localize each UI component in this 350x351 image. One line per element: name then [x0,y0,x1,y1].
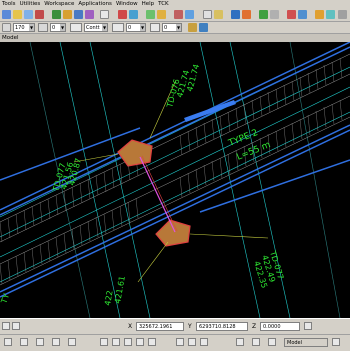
x-label: X [128,323,133,330]
print-icon[interactable] [13,10,22,19]
menu-utilities[interactable]: Utilities [20,0,41,8]
view-icon[interactable] [52,338,60,346]
level-combo[interactable]: 170 ▼ [13,23,35,32]
measure-icon[interactable] [157,10,166,19]
rotate-view-icon[interactable] [148,338,156,346]
zoom-out-icon[interactable] [112,338,120,346]
rotate-icon[interactable] [85,10,94,19]
accudraw-icon[interactable] [12,322,20,330]
clip-icon[interactable] [287,10,296,19]
type2-highlight [184,100,236,122]
chevron-down-icon: ▼ [29,24,34,31]
snap-mode-icon[interactable] [2,322,10,330]
settings-icon[interactable] [270,10,279,19]
tools-icon[interactable] [259,10,268,19]
view-icon[interactable] [231,10,240,19]
view-icon[interactable] [4,338,12,346]
drawing-view[interactable]: TD-076 421.74 421.74 TYPE 2 L=55 m TD-07… [0,42,350,318]
fit-icon[interactable] [63,10,72,19]
style-combo[interactable]: Contt ▼ [84,23,108,32]
light-icon[interactable] [315,10,324,19]
style-icon[interactable] [70,23,82,32]
lock-icon[interactable] [304,322,312,330]
model-tab[interactable]: Model [284,338,328,347]
main-toolbar [0,8,350,22]
layer-icon[interactable] [118,10,127,19]
raster-icon[interactable] [146,10,155,19]
window-area-icon[interactable] [136,338,144,346]
menu-tck[interactable]: TCK [158,0,168,8]
label-421-61: 421.61 [113,275,127,304]
snap-icon[interactable] [174,10,183,19]
attributes-toolbar: 170 ▼ 0 ▼ Contt ▼ 0 ▼ 0 ▼ [0,22,350,34]
camera-icon[interactable] [298,10,307,19]
menu-applications[interactable]: Applications [78,0,112,8]
view-icon[interactable] [20,338,28,346]
coordinate-bar: X 325672.1961 Y 6293710.8128 Z 0.0000 [0,318,350,335]
active-level-icon[interactable] [2,23,11,32]
level-icon[interactable] [203,10,212,19]
fit-view-icon[interactable] [124,338,132,346]
weight-combo[interactable]: 0 ▼ [126,23,146,32]
grid-icon[interactable] [185,10,194,19]
x-coordinate-field[interactable]: 325672.1961 [136,322,184,331]
leader-lines [73,79,269,283]
display-style-icon[interactable] [252,338,260,346]
camera-icon[interactable] [236,338,244,346]
menu-bar: Tools Utilities Workspace Applications W… [0,0,350,8]
label-ty: TY [0,292,11,305]
render-icon[interactable] [242,10,251,19]
attribute-match-icon[interactable] [199,23,208,32]
dropdown-icon[interactable] [100,10,109,19]
pan-view-icon[interactable] [176,338,184,346]
menu-tools[interactable]: Tools [2,0,16,8]
chevron-down-icon: ▼ [60,24,65,31]
weight-icon[interactable] [112,23,124,32]
color-combo[interactable]: 0 ▼ [50,23,66,32]
chevron-down-icon: ▼ [176,24,181,31]
chevron-down-icon: ▼ [140,24,145,31]
view-previous-icon[interactable] [188,338,196,346]
y-coordinate-field[interactable]: 6293710.8128 [196,322,248,331]
save-icon[interactable] [2,10,11,19]
menu-help[interactable]: Help [142,0,155,8]
class-icon[interactable] [150,23,160,32]
label-422: 422 [103,290,115,307]
view-attributes-icon[interactable] [268,338,276,346]
display-icon[interactable] [214,10,223,19]
pan-icon[interactable] [74,10,83,19]
menu-workspace[interactable]: Workspace [44,0,74,8]
reference-icon[interactable] [129,10,138,19]
view-next-icon[interactable] [200,338,208,346]
class-combo[interactable]: 0 ▼ [162,23,182,32]
view-icon[interactable] [36,338,44,346]
menu-window[interactable]: Window [116,0,138,8]
close-icon[interactable] [332,338,340,346]
redo-icon[interactable] [35,10,44,19]
label-421-74b: 421.74 [185,63,201,92]
view-icon[interactable] [68,338,76,346]
cad-drawing: TD-076 421.74 421.74 TYPE 2 L=55 m TD-07… [0,42,350,318]
chevron-down-icon: ▼ [102,24,107,31]
y-label: Y [188,323,192,330]
undo-icon[interactable] [24,10,33,19]
view-control-bar: Model [0,334,350,351]
attribute-tools-icon[interactable] [188,23,197,32]
view-title: Model [2,35,19,41]
color-swatch[interactable] [38,23,48,32]
zoom-in-icon[interactable] [100,338,108,346]
z-label: Z [252,323,257,330]
more-icon[interactable] [338,10,347,19]
help-icon[interactable] [326,10,335,19]
zoom-icon[interactable] [52,10,61,19]
z-coordinate-field[interactable]: 0.0000 [260,322,300,331]
